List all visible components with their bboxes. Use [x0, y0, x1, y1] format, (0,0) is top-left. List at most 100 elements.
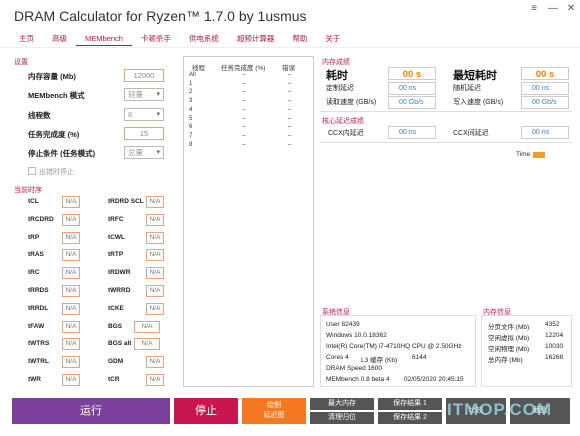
tab-membench[interactable]: MEMbench — [76, 33, 132, 46]
timing-label: tRTP — [108, 251, 124, 258]
memory-size-input[interactable]: 12000 — [124, 69, 164, 82]
timing-value: N/A — [146, 285, 164, 297]
timing-label: tRAS — [28, 251, 44, 258]
timing-value: N/A — [62, 374, 80, 386]
core-latency-divider — [320, 142, 572, 143]
timing-label: GDM — [108, 358, 124, 365]
timing-label: tRRDS — [28, 287, 49, 294]
menu-icon[interactable]: ≡ — [526, 3, 542, 15]
thread-errors: – — [288, 132, 292, 139]
timing-value: N/A — [146, 356, 164, 368]
timing-label: tWRRD — [108, 287, 131, 294]
system-membench-version: MEMbench 0.8 beta 4 — [326, 376, 390, 383]
write-speed-box: 00 Gb/s — [521, 96, 569, 109]
thread-number: 5 — [189, 115, 193, 122]
tab-power-system[interactable]: 供电系统 — [180, 33, 228, 46]
thread-number: 3 — [189, 98, 193, 105]
core-latency-section-title: 核心延迟成绩 — [322, 118, 364, 125]
time-legend-swatch — [533, 152, 545, 158]
timing-label: tCWL — [108, 234, 125, 241]
stop-condition-label: 停止条件 (任务模式) — [28, 149, 96, 158]
thread-completion: – — [242, 72, 246, 78]
max-memory-button[interactable]: 最大内存 — [310, 398, 374, 410]
draw-latency-button[interactable]: 绘制 延迟图 — [242, 398, 306, 424]
timing-value: N/A — [146, 267, 164, 279]
thread-errors: – — [288, 98, 292, 105]
minimize-icon[interactable]: — — [545, 3, 561, 15]
seq-latency-label: 定制延迟 — [326, 85, 354, 92]
chevron-down-icon: ▾ — [156, 149, 160, 156]
memory-info-label: 总内存 (Mb) — [488, 357, 523, 364]
tab-home[interactable]: 主页 — [10, 33, 43, 46]
timing-label: tCR — [108, 376, 120, 383]
timing-label: tWTRS — [28, 340, 50, 347]
thread-errors: – — [288, 141, 292, 148]
stop-on-error-checkbox[interactable] — [28, 167, 36, 175]
system-os: Windows 10.0.18362 — [326, 332, 387, 339]
thread-errors: – — [288, 80, 292, 87]
tab-about[interactable]: 关于 — [316, 33, 349, 46]
tab-advanced[interactable]: 高级 — [43, 33, 76, 46]
mode-select[interactable]: 轻量 ▾ — [124, 88, 164, 101]
timing-label: tRFC — [108, 216, 124, 223]
system-l3-label: L3 缓存 (Kb) — [361, 357, 398, 364]
timing-label: tRDWR — [108, 269, 131, 276]
read-speed-label: 读取速度 (GB/s) — [326, 99, 377, 106]
write-speed-label: 写入速度 (GB/s) — [453, 99, 504, 106]
stop-button[interactable]: 停止 — [174, 398, 238, 424]
timing-label: tWR — [28, 376, 41, 383]
clear-button[interactable]: 清理归位 — [310, 412, 374, 424]
timing-label: tCL — [28, 198, 39, 205]
system-l3-value: 6144 — [412, 354, 427, 361]
memory-size-label: 内存容量 (Mb) — [28, 72, 76, 81]
threads-select[interactable]: 8 ▾ — [124, 108, 164, 121]
timing-value: N/A — [62, 249, 80, 261]
close-icon[interactable]: ✕ — [563, 3, 579, 15]
read-speed-value: 00 Gb/s — [399, 99, 424, 106]
timings-section-title: 当前时序 — [14, 187, 42, 194]
save-result-1-button[interactable]: 保存结果 1 — [378, 398, 442, 410]
read-speed-box: 00 Gb/s — [388, 96, 436, 109]
ccx-in-value: 00 ns — [399, 129, 417, 136]
tab-help[interactable]: 帮助 — [283, 33, 316, 46]
elapsed-value: 00 s — [388, 67, 436, 80]
tab-oc-calculator[interactable]: 超频计算器 — [228, 33, 284, 46]
thread-completion: – — [242, 124, 246, 131]
write-speed-value: 00 Gb/s — [532, 99, 557, 106]
thread-number: 4 — [189, 106, 193, 113]
memory-info-label: 分页文件 (Mb) — [488, 324, 530, 331]
draw-latency-label-1: 绘制 — [267, 402, 281, 409]
threads-select-value: 8 — [128, 110, 133, 119]
stop-condition-select[interactable]: 总量 ▾ — [124, 146, 164, 159]
thread-col-header: 线程 — [192, 65, 205, 72]
stop-on-error-label: 出错时停止 — [39, 169, 74, 176]
time-legend-label: Time — [516, 151, 531, 158]
thread-completion: – — [242, 98, 246, 105]
completion-input[interactable]: 15 — [124, 127, 164, 140]
timing-value: N/A — [62, 267, 80, 279]
errors-col-header: 错误 — [282, 65, 295, 72]
timing-label: BGS — [108, 323, 123, 330]
tab-stutter-killer[interactable]: 卡顿杀手 — [132, 33, 180, 46]
seq-latency-box: 00 ns — [388, 82, 436, 95]
run-button[interactable]: 运行 — [12, 398, 170, 424]
timing-label: tFAW — [28, 323, 45, 330]
system-dram-speed: DRAM Speed 1600 — [326, 365, 383, 372]
seq-latency-value: 00 ns — [399, 85, 417, 92]
thread-number: All — [189, 72, 196, 78]
timing-label: tRRDL — [28, 305, 49, 312]
timing-label: tRCDRD — [28, 216, 54, 223]
thread-errors: – — [288, 72, 292, 78]
memory-info-label: 空闲虚拟 (Mb) — [488, 335, 530, 342]
settings-section-title: 设置 — [14, 59, 28, 66]
stop-condition-value: 总量 — [128, 148, 143, 157]
thread-completion: – — [242, 106, 246, 113]
save-result-2-button[interactable]: 保存结果 2 — [378, 412, 442, 424]
timing-value: N/A — [146, 196, 164, 208]
timing-value: N/A — [134, 338, 160, 350]
ccx-between-label: CCX间延迟 — [453, 130, 489, 137]
chevron-down-icon: ▾ — [156, 91, 160, 98]
completion-col-header: 任务完成度 (%) — [221, 65, 266, 72]
ccx-in-label: CCX内延迟 — [328, 130, 364, 137]
thread-errors: – — [288, 124, 292, 131]
